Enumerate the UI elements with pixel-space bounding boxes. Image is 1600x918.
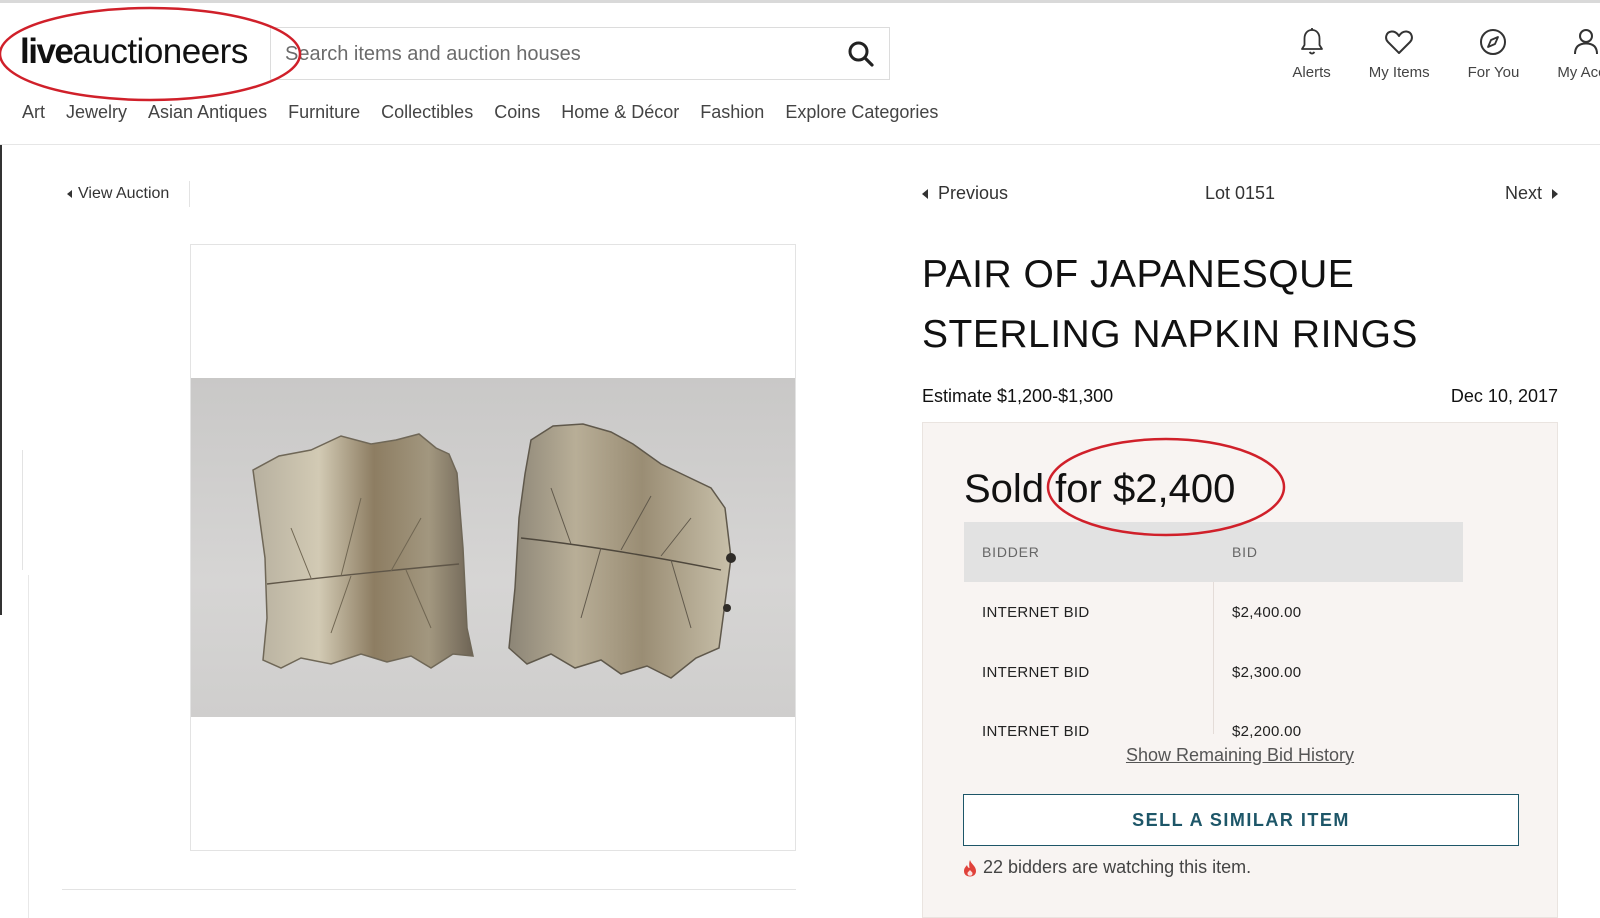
caret-left-icon bbox=[67, 190, 72, 198]
column-divider bbox=[1213, 582, 1214, 734]
next-lot-link[interactable]: Next bbox=[1505, 183, 1558, 204]
sold-price: Sold for $2,400 bbox=[964, 467, 1236, 511]
account-nav: Alerts My Items For You My Acco bbox=[1254, 26, 1600, 81]
heart-icon bbox=[1385, 30, 1414, 54]
user-icon bbox=[1573, 29, 1598, 55]
search-button[interactable] bbox=[843, 36, 879, 72]
napkin-rings-photo bbox=[191, 378, 795, 717]
search-bar bbox=[270, 27, 890, 80]
caret-right-icon bbox=[1552, 188, 1558, 199]
category-collectibles[interactable]: Collectibles bbox=[381, 102, 473, 123]
item-estimate: Estimate $1,200-$1,300 bbox=[922, 386, 1114, 406]
column-header-bidder: BIDDER bbox=[982, 544, 1040, 560]
left-edge-rule bbox=[22, 450, 23, 570]
category-nav: Art Jewelry Asian Antiques Furniture Col… bbox=[22, 102, 959, 123]
next-label: Next bbox=[1504, 183, 1542, 203]
bidder-cell: INTERNET BID bbox=[982, 663, 1090, 681]
divider bbox=[62, 889, 796, 890]
nav-label: My Items bbox=[1368, 64, 1430, 81]
column-header-bid: BID bbox=[1232, 544, 1258, 560]
watchers-text: 22 bidders are watching this item. bbox=[983, 857, 1252, 877]
nav-for-you[interactable]: For You bbox=[1467, 26, 1520, 81]
show-remaining-bid-history-link[interactable]: Show Remaining Bid History bbox=[923, 745, 1557, 766]
bid-cell: $2,300.00 bbox=[1232, 663, 1302, 681]
previous-lot-link[interactable]: Previous bbox=[922, 183, 1008, 204]
sold-panel: Sold for $2,400 BIDDER BID INTERNET BID … bbox=[922, 422, 1558, 918]
bell-icon bbox=[1300, 28, 1323, 55]
left-edge-rule bbox=[0, 145, 2, 615]
site-header: liveauctioneers Alerts My Items For You … bbox=[0, 0, 1600, 145]
search-icon bbox=[848, 41, 874, 67]
bid-cell: $2,400.00 bbox=[1232, 604, 1302, 621]
lot-navigation: Previous Lot 0151 Next bbox=[922, 183, 1562, 207]
category-jewelry[interactable]: Jewelry bbox=[66, 102, 127, 123]
watchers-notice: 22 bidders are watching this item. bbox=[963, 857, 1251, 878]
category-home-decor[interactable]: Home & Décor bbox=[561, 102, 679, 123]
liveauctioneers-logo[interactable]: liveauctioneers bbox=[20, 32, 248, 72]
bid-cell: $2,200.00 bbox=[1232, 723, 1302, 740]
bidder-cell: INTERNET BID bbox=[982, 604, 1090, 621]
bidder-cell: INTERNET BID bbox=[982, 723, 1090, 740]
nav-my-account[interactable]: My Acco bbox=[1557, 26, 1600, 81]
search-input[interactable] bbox=[285, 36, 825, 72]
nav-alerts[interactable]: Alerts bbox=[1292, 26, 1331, 81]
nav-label: Alerts bbox=[1292, 64, 1331, 81]
caret-left-icon bbox=[922, 188, 928, 199]
previous-label: Previous bbox=[938, 183, 1009, 203]
left-edge-rule bbox=[28, 575, 29, 918]
category-explore[interactable]: Explore Categories bbox=[785, 102, 938, 123]
nav-label: My Acco bbox=[1557, 64, 1600, 81]
category-art[interactable]: Art bbox=[22, 102, 45, 123]
auction-date: Dec 10, 2017 bbox=[1450, 386, 1558, 406]
category-coins[interactable]: Coins bbox=[494, 102, 540, 123]
category-furniture[interactable]: Furniture bbox=[288, 102, 360, 123]
compass-icon bbox=[1480, 29, 1507, 55]
category-fashion[interactable]: Fashion bbox=[700, 102, 764, 123]
lot-number: Lot 0151 bbox=[1205, 183, 1276, 203]
sell-similar-item-button[interactable]: SELL A SIMILAR ITEM bbox=[963, 794, 1519, 846]
view-auction-link[interactable]: View Auction bbox=[67, 185, 169, 203]
view-auction-label: View Auction bbox=[78, 185, 170, 202]
nav-my-items[interactable]: My Items bbox=[1369, 26, 1430, 81]
nav-label: For You bbox=[1467, 64, 1520, 81]
divider bbox=[189, 181, 190, 207]
flame-icon bbox=[964, 859, 976, 876]
bid-history-table: BIDDER BID INTERNET BID $2,400.00 INTERN… bbox=[964, 522, 1463, 761]
item-title: PAIR OF JAPANESQUE STERLING NAPKIN RINGS bbox=[922, 253, 1418, 356]
table-header: BIDDER BID bbox=[964, 522, 1463, 582]
top-border bbox=[0, 0, 1600, 3]
item-image-frame[interactable] bbox=[190, 244, 796, 851]
category-asian-antiques[interactable]: Asian Antiques bbox=[148, 102, 267, 123]
